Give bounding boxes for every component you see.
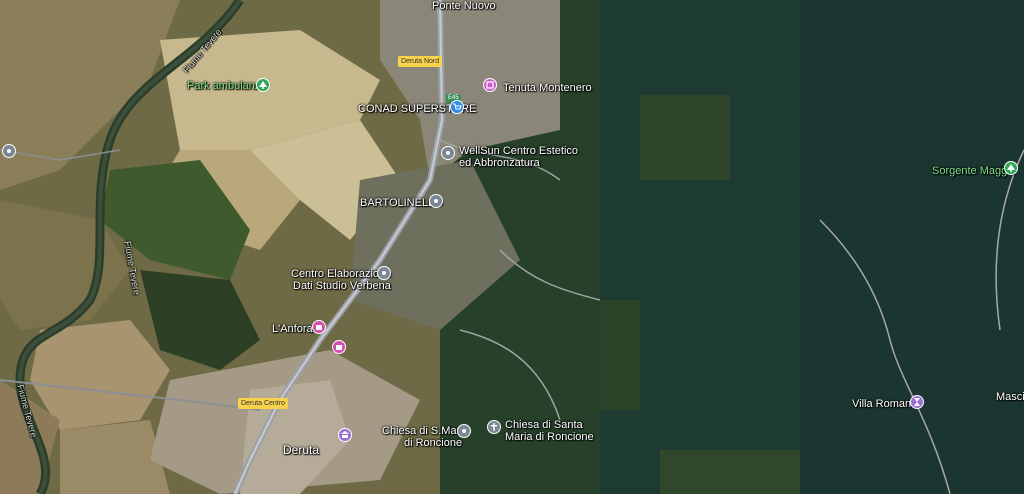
tree-icon[interactable] xyxy=(1004,161,1018,175)
place-ponte-nuovo[interactable]: Ponte Nuovo xyxy=(432,0,496,12)
tree-icon[interactable] xyxy=(256,78,270,92)
place-deruta[interactable]: Deruta xyxy=(283,444,319,456)
place-tenuta-montenero[interactable]: Tenuta Montenero xyxy=(503,82,592,94)
beauty-icon[interactable] xyxy=(483,78,497,92)
info-pin-icon[interactable] xyxy=(429,194,443,208)
hourglass-icon[interactable] xyxy=(910,395,924,409)
place-park-ambulanza[interactable]: Park ambulanza xyxy=(187,80,267,92)
museum-icon[interactable] xyxy=(332,340,346,354)
place-chiesa-santa-line2[interactable]: Maria di Roncione xyxy=(505,431,594,443)
place-wellsun-line1[interactable]: WellSun Centro Estetico xyxy=(459,145,578,157)
place-chiesa-santa-line1[interactable]: Chiesa di Santa xyxy=(505,419,583,431)
info-pin-icon[interactable] xyxy=(457,424,471,438)
cross-icon[interactable] xyxy=(487,420,501,434)
place-chiesa-s-maria-line2[interactable]: di Roncione xyxy=(404,437,462,449)
place-centro-elaborazione-line2[interactable]: Dati Studio Verbena xyxy=(293,280,391,292)
cart-icon[interactable] xyxy=(450,100,464,114)
place-villa-romana[interactable]: Villa Romana xyxy=(852,398,917,410)
museum-icon[interactable] xyxy=(312,320,326,334)
place-masci[interactable]: Masci xyxy=(996,391,1024,403)
road-badge-deruta-nord: Deruta Nord xyxy=(398,56,443,67)
place-wellsun-line2[interactable]: ed Abbronzatura xyxy=(459,157,540,169)
road-badge-deruta-centro: Deruta Centro xyxy=(238,398,288,409)
place-chiesa-s-maria-line1[interactable]: Chiesa di S.Maria xyxy=(382,425,469,437)
museum-icon[interactable] xyxy=(338,428,352,442)
info-pin-icon[interactable] xyxy=(2,144,16,158)
info-pin-icon[interactable] xyxy=(377,266,391,280)
place-lanfora[interactable]: L'Anfora xyxy=(272,323,313,335)
info-pin-icon[interactable] xyxy=(441,146,455,160)
